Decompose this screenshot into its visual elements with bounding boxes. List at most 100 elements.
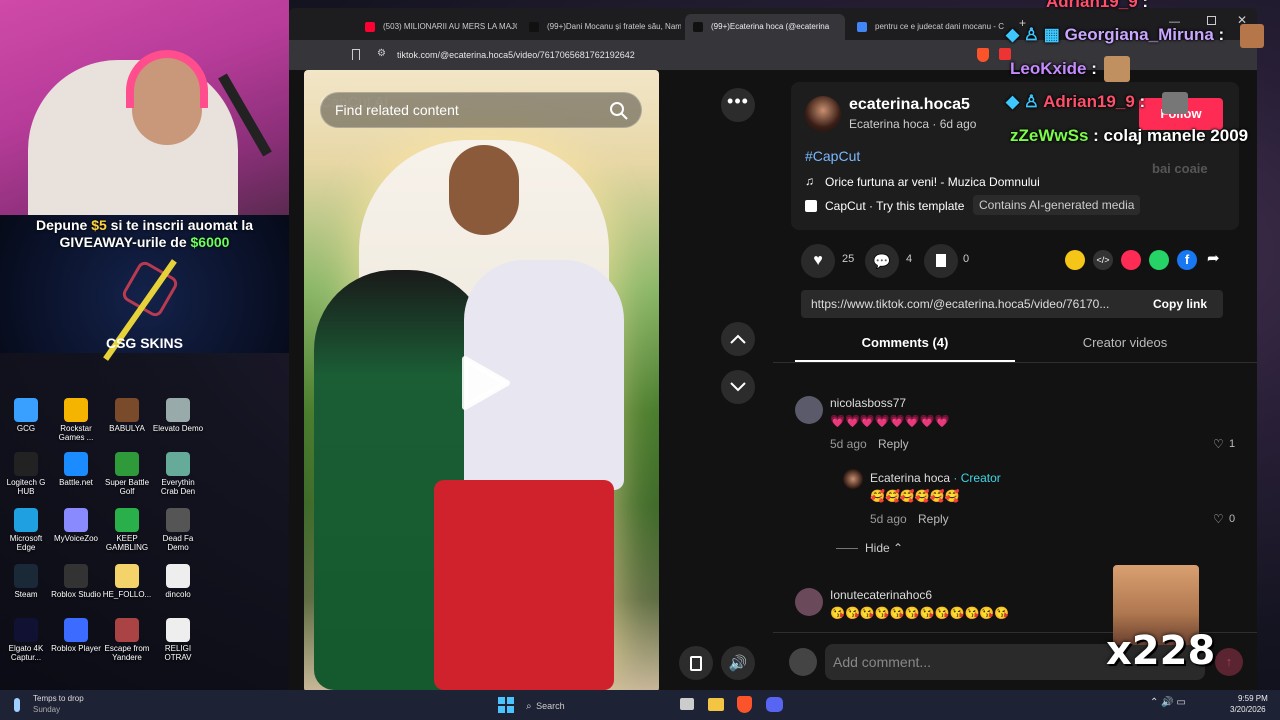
tab-tiktok-active[interactable]: (99+)Ecaterina hoca (@ecaterina bbox=[685, 14, 845, 40]
windows-icon-pane bbox=[507, 706, 514, 713]
app-icon bbox=[115, 508, 139, 532]
maximize-button[interactable] bbox=[1207, 16, 1216, 25]
play-icon[interactable] bbox=[459, 355, 511, 411]
system-tray-icons[interactable]: ⌃ 🔊 ▭ bbox=[1150, 697, 1186, 708]
search-related-input[interactable]: Find related content bbox=[320, 92, 642, 128]
copy-link-button[interactable]: Copy link bbox=[1153, 297, 1207, 311]
pip-icon bbox=[690, 655, 702, 671]
chat-sep: : bbox=[1134, 92, 1146, 111]
send-icon[interactable] bbox=[1121, 250, 1141, 270]
start-button[interactable] bbox=[498, 697, 514, 713]
desktop-icon[interactable]: Microsoft Edge bbox=[0, 508, 52, 552]
save-count: 0 bbox=[963, 253, 970, 265]
bookmark-icon[interactable] bbox=[352, 49, 360, 60]
previous-video-button[interactable] bbox=[721, 322, 755, 356]
app-icon bbox=[14, 618, 38, 642]
reply-button[interactable]: Reply bbox=[878, 437, 909, 451]
clock-time[interactable]: 9:59 PM bbox=[1238, 694, 1268, 703]
desktop-icon[interactable]: HE_FOLLO... bbox=[101, 564, 153, 599]
username[interactable]: ecaterina.hoca5 bbox=[849, 96, 970, 114]
tab-tiktok-1[interactable]: (99+)Dani Mocanu și fratele său, Nam bbox=[521, 14, 681, 40]
comment-like-icon[interactable]: ♡ bbox=[1213, 437, 1224, 451]
desktop-icon[interactable]: GCG bbox=[0, 398, 52, 433]
desktop-icon[interactable]: Battle.net bbox=[50, 452, 102, 487]
desktop-icon[interactable]: Super Battle Golf bbox=[101, 452, 153, 496]
comment-username[interactable]: Ionutecaterinahoc6 bbox=[830, 588, 932, 602]
tab-label: (503) MILIONARII AU MERS LA MAJO bbox=[383, 22, 517, 31]
tab-google[interactable]: pentru ce e judecat dani mocanu - C bbox=[849, 14, 1009, 40]
comment-username[interactable]: nicolasboss77 bbox=[830, 396, 906, 410]
whatsapp-icon[interactable] bbox=[1149, 250, 1169, 270]
chat-user: Adrian19_9 bbox=[1043, 92, 1135, 111]
capcut-template-link[interactable]: CapCut · Try this template bbox=[825, 199, 964, 213]
share-icon[interactable]: ➦ bbox=[1207, 249, 1220, 267]
brave-icon[interactable] bbox=[737, 696, 752, 713]
hide-replies-button[interactable]: Hide ⌃ bbox=[865, 541, 903, 555]
comment-button[interactable]: 💬 bbox=[865, 244, 899, 278]
my-avatar bbox=[789, 648, 817, 676]
desktop-icon[interactable]: Roblox Studio bbox=[50, 564, 102, 599]
desktop-icon[interactable]: Elevato Demo bbox=[152, 398, 204, 433]
music-title[interactable]: Orice furtuna ar veni! - Muzica Domnului bbox=[825, 175, 1040, 189]
search-icon[interactable] bbox=[609, 101, 629, 121]
google-icon bbox=[857, 22, 867, 32]
video-link[interactable]: https://www.tiktok.com/@ecaterina.hoca5/… bbox=[811, 297, 1147, 311]
volume-button[interactable]: 🔊 bbox=[721, 646, 755, 680]
comment-avatar[interactable] bbox=[795, 396, 823, 424]
desktop-icon[interactable]: MyVoiceZoo bbox=[50, 508, 102, 543]
facebook-icon[interactable]: f bbox=[1177, 250, 1197, 270]
desktop-icon[interactable]: Roblox Player bbox=[50, 618, 102, 653]
desktop-icon[interactable]: Dead Fa Demo bbox=[152, 508, 204, 552]
comment-count: 4 bbox=[906, 253, 913, 265]
taskview-icon[interactable] bbox=[680, 698, 694, 710]
desktop-icon[interactable]: Steam bbox=[0, 564, 52, 599]
desktop-icon[interactable]: Everythin Crab Den bbox=[152, 452, 204, 496]
next-video-button[interactable] bbox=[721, 370, 755, 404]
like-button[interactable]: ♥ bbox=[801, 244, 835, 278]
pip-button[interactable] bbox=[679, 646, 713, 680]
tab-youtube[interactable]: (503) MILIONARII AU MERS LA MAJO bbox=[357, 14, 517, 40]
desktop-icon[interactable]: Elgato 4K Captur... bbox=[0, 618, 52, 662]
taskbar-search[interactable]: ⌕ Search bbox=[526, 696, 666, 714]
chevron-down-icon bbox=[730, 382, 746, 392]
desktop-icon-label: RELIGI OTRAV bbox=[164, 644, 192, 662]
desktop-icon[interactable]: KEEP GAMBLING bbox=[101, 508, 153, 552]
brave-shield-icon[interactable] bbox=[977, 48, 989, 62]
share-repost-icon[interactable] bbox=[1065, 250, 1085, 270]
sponsor-logo: CSG SKINS bbox=[105, 335, 183, 351]
desktop-icon[interactable]: Escape from Yandere bbox=[101, 618, 153, 662]
desktop-icon[interactable]: RELIGI OTRAV bbox=[152, 618, 204, 662]
tab-comments[interactable]: Comments (4) bbox=[795, 335, 1015, 350]
chat-emote bbox=[1162, 92, 1188, 114]
desktop-icon[interactable]: BABULYA bbox=[101, 398, 153, 433]
chat-emote bbox=[1104, 56, 1130, 82]
more-options-button[interactable]: ••• bbox=[721, 88, 755, 122]
clock-date: 3/20/2026 bbox=[1230, 705, 1266, 714]
desktop-icon[interactable]: dincolo bbox=[152, 564, 204, 599]
bookmark-icon bbox=[936, 254, 946, 267]
search-label: Search bbox=[536, 701, 565, 711]
app-icon bbox=[166, 564, 190, 588]
weather-line1[interactable]: Temps to drop bbox=[33, 694, 84, 703]
file-explorer-icon[interactable] bbox=[708, 698, 724, 711]
reply-like-icon[interactable]: ♡ bbox=[1213, 512, 1224, 526]
site-settings-icon[interactable]: ⚙ bbox=[377, 48, 386, 59]
tab-creator-videos[interactable]: Creator videos bbox=[1015, 335, 1235, 350]
post-comment-button[interactable]: ↑ bbox=[1215, 648, 1243, 676]
discord-icon[interactable] bbox=[766, 697, 783, 712]
desktop-icon-label: HE_FOLLO... bbox=[102, 590, 152, 599]
reply-avatar[interactable] bbox=[843, 469, 863, 489]
giveaway-amount-1: $5 bbox=[91, 217, 107, 233]
comment-avatar[interactable] bbox=[795, 588, 823, 616]
save-button[interactable] bbox=[924, 244, 958, 278]
reply-username: Ecaterina hoca · Creator bbox=[870, 471, 1001, 485]
hashtag-link[interactable]: #CapCut bbox=[805, 148, 860, 164]
reply-user[interactable]: Ecaterina hoca bbox=[870, 471, 950, 485]
embed-icon[interactable]: </> bbox=[1093, 250, 1113, 270]
avatar[interactable] bbox=[805, 96, 841, 132]
reply-reply-button[interactable]: Reply bbox=[918, 512, 949, 526]
desktop-icon[interactable]: Rockstar Games ... bbox=[50, 398, 102, 442]
desktop-icon[interactable]: Logitech G HUB bbox=[0, 452, 52, 496]
video-player[interactable]: CapCut AI Find related content bbox=[304, 70, 659, 692]
url-field[interactable]: tiktok.com/@ecaterina.hoca5/video/761706… bbox=[397, 50, 635, 60]
